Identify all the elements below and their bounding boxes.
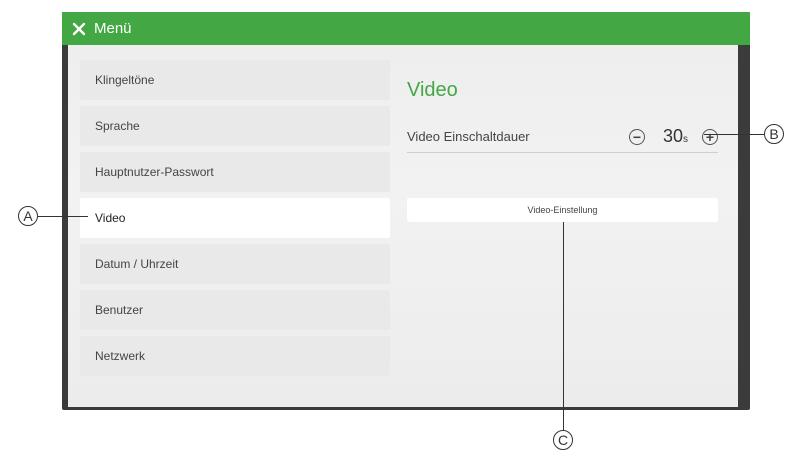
plus-button[interactable]: + — [702, 128, 718, 145]
callout-a: A — [18, 206, 38, 226]
duration-value: 30s — [663, 126, 688, 147]
video-duration-row: Video Einschaltdauer − 30s + — [407, 121, 718, 153]
title-bar: Menü — [62, 12, 750, 45]
menu-item-hauptnutzer-passwort[interactable]: Hauptnutzer-Passwort — [80, 152, 390, 192]
plus-icon: + — [705, 128, 715, 145]
close-icon[interactable] — [72, 22, 86, 36]
menu-item-video[interactable]: Video — [80, 198, 390, 238]
video-setting-button[interactable]: Video-Einstellung — [407, 198, 718, 222]
callout-c: C — [553, 430, 573, 450]
menu-item-netzwerk[interactable]: Netzwerk — [80, 336, 390, 376]
duration-unit: s — [683, 134, 688, 145]
menu-item-benutzer[interactable]: Benutzer — [80, 290, 390, 330]
menu-title: Menü — [94, 20, 132, 37]
screen: Klingeltöne Sprache Hauptnutzer-Passwort… — [68, 45, 738, 407]
callout-a-leader — [38, 216, 88, 217]
callout-b: B — [764, 124, 784, 144]
menu-item-datum-uhrzeit[interactable]: Datum / Uhrzeit — [80, 244, 390, 284]
panel-title: Video — [407, 79, 458, 101]
minus-icon: − — [632, 128, 642, 145]
menu-item-sprache[interactable]: Sprache — [80, 106, 390, 146]
callout-c-leader — [563, 222, 564, 430]
video-duration-label: Video Einschaltdauer — [407, 129, 530, 144]
menu-item-klingeltoene[interactable]: Klingeltöne — [80, 60, 390, 100]
duration-number: 30 — [662, 126, 683, 146]
minus-button[interactable]: − — [628, 128, 645, 145]
callout-b-leader — [704, 134, 764, 135]
